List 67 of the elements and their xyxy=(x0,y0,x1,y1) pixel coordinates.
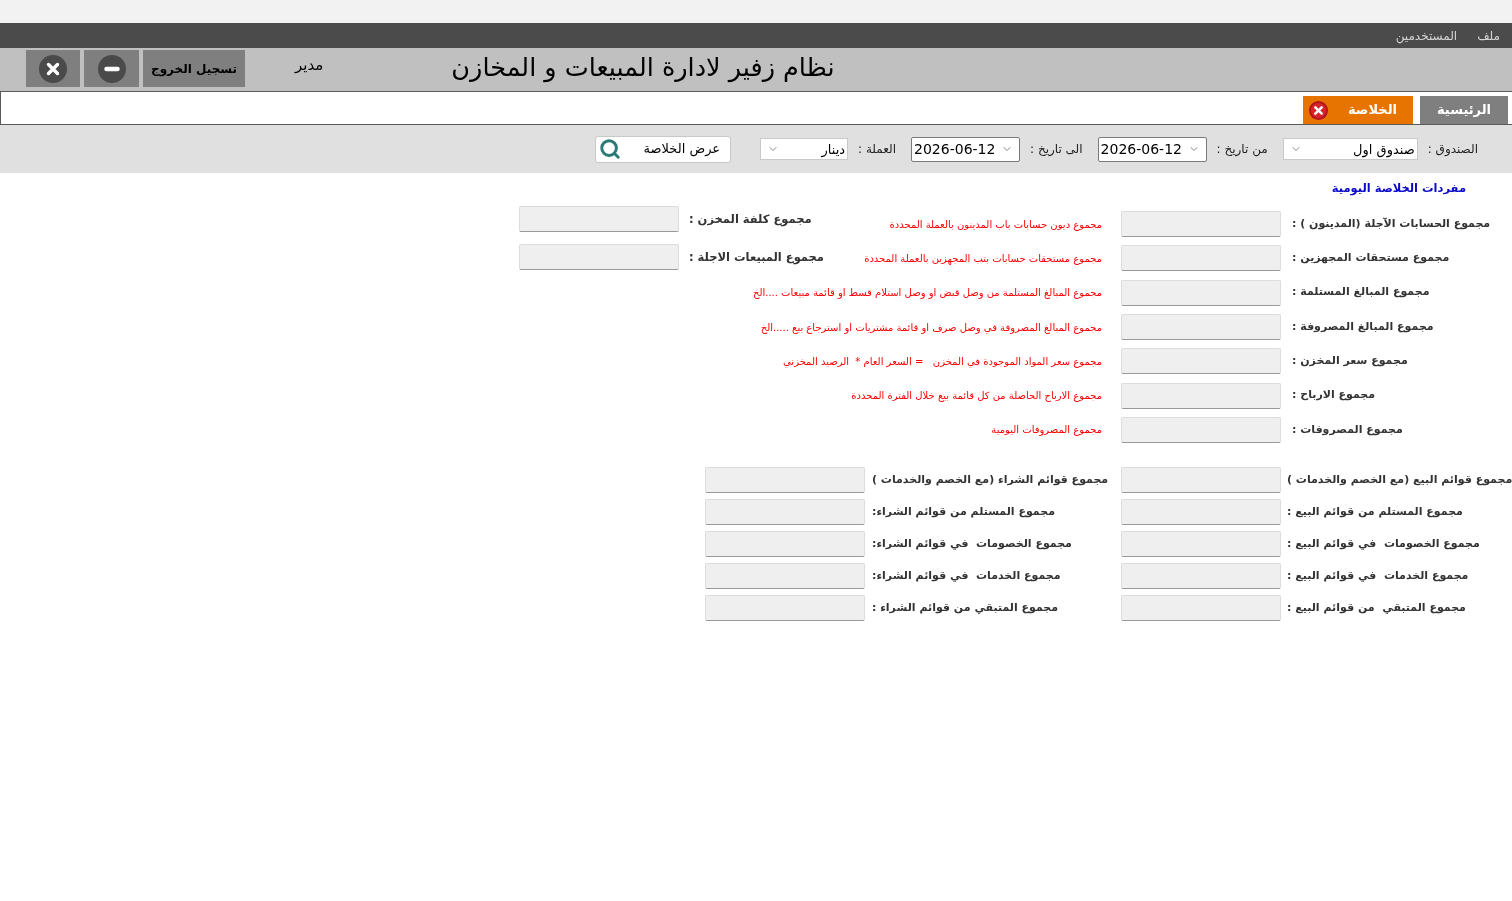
field-note: مجموع الارباح الحاصلة من كل قائمة بيع خلال الفترة المحددة xyxy=(851,389,1102,404)
filter-label: الى تاريخ : xyxy=(1030,141,1083,158)
date-field[interactable]: 2026-06-12 xyxy=(911,136,1021,162)
total-field[interactable] xyxy=(705,563,865,590)
filter-label: من تاريخ : xyxy=(1216,141,1268,158)
field-label: مجموع المستلم من قوائم الشراء: xyxy=(872,503,1055,520)
field-label: مجموع المبالغ المصروفة : xyxy=(1292,318,1434,335)
show-summary-button[interactable]: عرض الخلاصة xyxy=(595,135,732,163)
total-field[interactable] xyxy=(705,467,865,494)
field-label: مجموع المتبقي من قوائم البيع : xyxy=(1287,599,1466,616)
field-label: مجموع المبيعات الاجلة : xyxy=(689,248,824,267)
total-field[interactable] xyxy=(705,531,865,558)
menu-item[interactable]: ملف xyxy=(1477,26,1500,45)
field-note: مجموع المبالغ المستلمة من وصل قبض او وصل استلام قسط او قائمة مبيعات ....الخ xyxy=(752,286,1102,301)
total-field[interactable] xyxy=(1121,279,1281,306)
date-field[interactable]: 2026-06-12 xyxy=(1097,136,1207,162)
total-field[interactable] xyxy=(519,244,679,271)
close-icon xyxy=(39,54,67,83)
minimize-button[interactable] xyxy=(84,50,139,87)
field-label: مجموع مستحقات المجهزين : xyxy=(1292,250,1450,267)
field-label: مجموع الخصومات في قوائم الشراء: xyxy=(872,535,1072,552)
dropdown-field[interactable]: دينار xyxy=(760,138,849,160)
total-field[interactable] xyxy=(1121,245,1281,272)
field-note: مجموع سعر المواد الموجودة في المخزن = السعر العام * الرصيد المخزني xyxy=(783,354,1102,369)
field-note: مجموع المبالغ المصروفة في وصل صرف او قائمة مشتريات او استرجاع بيع .....الخ xyxy=(760,320,1102,335)
close-icon[interactable] xyxy=(1309,100,1328,120)
minus-icon xyxy=(97,54,126,83)
field-label: مجموع الخدمات في قوائم البيع : xyxy=(1287,567,1469,584)
total-field[interactable] xyxy=(1121,382,1281,409)
field-label: مجموع سعر المخزن : xyxy=(1292,353,1408,370)
field-label: مجموع المستلم من قوائم البيع : xyxy=(1287,503,1463,520)
filter-label: الصندوق : xyxy=(1427,141,1478,158)
total-field[interactable] xyxy=(1121,211,1281,238)
filter-label: العملة : xyxy=(858,141,897,158)
app-title: نظام زفير لادارة المبيعات و المخازن xyxy=(451,51,835,83)
field-label: مجموع المصروفات : xyxy=(1292,421,1403,438)
field-label: مجموع الحسابات الآجلة (المدينون ) : xyxy=(1292,215,1491,232)
tab[interactable]: الرئيسية xyxy=(1420,96,1508,124)
total-field[interactable] xyxy=(705,499,865,526)
total-field[interactable] xyxy=(1121,531,1281,558)
field-note: مجموع مستحقات حسابات بتب المجهزين بالعملة المحددة xyxy=(864,251,1102,266)
field-label: مجموع قوائم الشراء (مع الخصم والخدمات ) xyxy=(872,471,1109,488)
total-field[interactable] xyxy=(1121,467,1281,494)
close-button[interactable] xyxy=(26,50,80,87)
dropdown-field[interactable]: صندوق اول xyxy=(1282,138,1418,160)
section-title: مفردات الخلاصة اليومية xyxy=(1331,180,1466,198)
field-label: مجموع كلفة المخزن : xyxy=(689,210,812,228)
field-label: مجموع الخدمات في قوائم الشراء: xyxy=(872,567,1061,584)
total-field[interactable] xyxy=(1121,595,1281,622)
field-label: مجموع المبالغ المستلمة : xyxy=(1292,284,1430,301)
user-role-label: مدير xyxy=(295,55,324,76)
total-field[interactable] xyxy=(1121,348,1281,375)
total-field[interactable] xyxy=(1121,499,1281,526)
field-note: مجموع المصروفات اليومية xyxy=(991,423,1102,438)
field-label: مجموع الخصومات في قوائم البيع : xyxy=(1287,535,1480,552)
field-label: مجموع قوائم البيع (مع الخصم والخدمات ) xyxy=(1287,471,1512,488)
field-label: مجموع المتبقي من قوائم الشراء : xyxy=(872,599,1059,616)
total-field[interactable] xyxy=(1121,314,1281,341)
logout-button[interactable]: تسجيل الخروج xyxy=(143,50,245,87)
total-field[interactable] xyxy=(519,206,679,233)
total-field[interactable] xyxy=(1121,563,1281,590)
field-label: مجموع الارباح : xyxy=(1292,387,1376,404)
search-icon xyxy=(599,138,622,160)
menu-item[interactable]: المستخدمين xyxy=(1395,26,1458,45)
total-field[interactable] xyxy=(705,595,865,622)
field-note: مجموع ديون حسابات باب المدينون بالعملة المحددة xyxy=(889,217,1102,232)
total-field[interactable] xyxy=(1121,416,1281,443)
